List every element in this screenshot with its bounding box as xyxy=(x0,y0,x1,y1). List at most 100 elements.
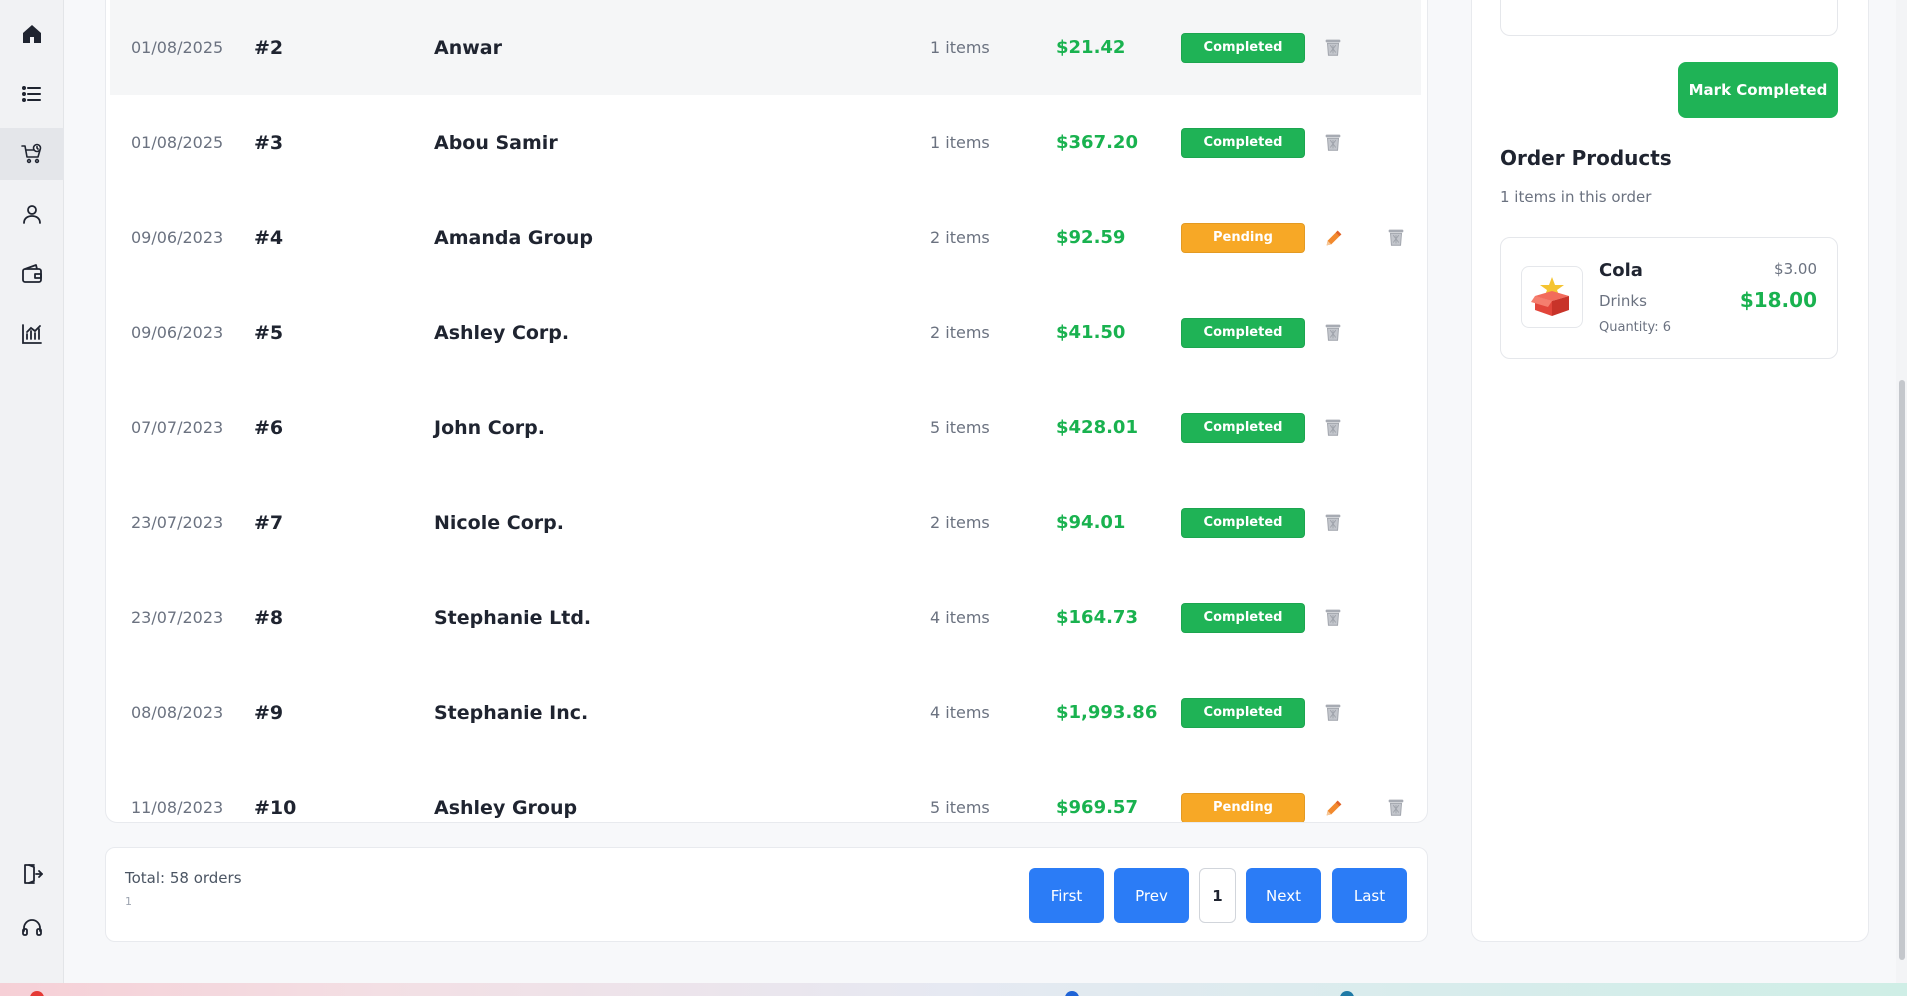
delete-button[interactable] xyxy=(1322,131,1346,155)
table-row[interactable]: 08/08/2023 #9 Stephanie Inc. 4 items $1,993.… xyxy=(110,665,1421,760)
prev-page-button[interactable]: Prev xyxy=(1114,868,1189,923)
trash-icon xyxy=(1325,419,1341,436)
trash-icon xyxy=(1325,324,1341,341)
status-badge[interactable]: Completed xyxy=(1181,602,1305,633)
order-date: 23/07/2023 xyxy=(131,608,224,627)
order-id: #2 xyxy=(254,36,284,59)
status-badge[interactable]: Pending xyxy=(1181,792,1305,822)
order-date: 09/06/2023 xyxy=(131,323,224,342)
delete-button[interactable] xyxy=(1322,701,1346,725)
status-badge[interactable]: Completed xyxy=(1181,317,1305,348)
order-date: 01/08/2025 xyxy=(131,38,224,57)
table-row[interactable]: 01/08/2025 #3 Abou Samir 1 items $367.20 Comp… xyxy=(110,95,1421,190)
table-row[interactable]: 07/07/2023 #6 John Corp. 5 items $428.01 Comp… xyxy=(110,380,1421,475)
order-date: 23/07/2023 xyxy=(131,513,224,532)
delete-button[interactable] xyxy=(1322,36,1346,60)
pencil-icon xyxy=(1326,230,1342,245)
order-total: $21.42 xyxy=(1056,37,1126,58)
trash-icon xyxy=(1325,134,1341,151)
nav-home[interactable] xyxy=(0,8,64,60)
trash-icon xyxy=(1325,39,1341,56)
last-page-button[interactable]: Last xyxy=(1332,868,1407,923)
home-icon xyxy=(23,25,41,43)
order-items-count: 2 items xyxy=(930,513,990,532)
order-items-count: 4 items xyxy=(930,703,990,722)
status-badge[interactable]: Completed xyxy=(1181,412,1305,443)
order-info-box xyxy=(1500,0,1838,36)
order-items-count: 2 items xyxy=(930,228,990,247)
orders-table: 01/08/2025 #2 Anwar 1 items $21.42 Completed 0… xyxy=(105,0,1428,823)
table-row[interactable]: 11/08/2023 #10 Ashley Group 5 items $969.57 P… xyxy=(110,760,1421,822)
order-total: $969.57 xyxy=(1056,797,1138,818)
order-customer: Stephanie Ltd. xyxy=(434,606,592,629)
pencil-icon xyxy=(1326,800,1342,815)
edit-button[interactable] xyxy=(1321,225,1347,251)
status-badge[interactable]: Completed xyxy=(1181,32,1305,63)
first-page-button[interactable]: First xyxy=(1029,868,1104,923)
order-total: $41.50 xyxy=(1056,322,1126,343)
status-badge[interactable]: Completed xyxy=(1181,507,1305,538)
delete-button[interactable] xyxy=(1385,226,1409,250)
order-total: $1,993.86 xyxy=(1056,702,1158,723)
table-row[interactable]: 23/07/2023 #8 Stephanie Ltd. 4 items $164.73… xyxy=(110,570,1421,665)
order-id: #8 xyxy=(254,606,284,629)
table-row[interactable]: 09/06/2023 #5 Ashley Corp. 2 items $41.50 Com… xyxy=(110,285,1421,380)
nav-logout[interactable] xyxy=(0,848,64,900)
os-taskbar xyxy=(0,983,1907,996)
mark-completed-button[interactable]: Mark Completed xyxy=(1678,62,1838,118)
pagination-bar: Total: 58 orders 1 First Prev 1 Next Las… xyxy=(105,847,1428,942)
product-quantity: Quantity: 6 xyxy=(1599,320,1672,335)
status-badge[interactable]: Pending xyxy=(1181,222,1305,253)
order-total: $367.20 xyxy=(1056,132,1138,153)
order-items-count: 4 items xyxy=(930,608,990,627)
nav-orders[interactable] xyxy=(0,128,64,180)
table-row[interactable]: 23/07/2023 #7 Nicole Corp. 2 items $94.01 Com… xyxy=(110,475,1421,570)
nav-list[interactable] xyxy=(0,68,64,120)
nav-reports[interactable] xyxy=(0,308,64,360)
delete-button[interactable] xyxy=(1322,416,1346,440)
order-customer: Ashley Group xyxy=(434,796,578,819)
nav-support[interactable] xyxy=(0,902,64,954)
cart-clock-icon xyxy=(21,143,42,164)
order-id: #9 xyxy=(254,701,284,724)
order-items-count: 5 items xyxy=(930,418,990,437)
order-date: 09/06/2023 xyxy=(131,228,224,247)
order-id: #6 xyxy=(254,416,284,439)
page-indicator: 1 xyxy=(125,895,132,908)
table-row[interactable]: 09/06/2023 #4 Amanda Group 2 items $92.59 Pen… xyxy=(110,190,1421,285)
nav-customers[interactable] xyxy=(0,188,64,240)
next-page-button[interactable]: Next xyxy=(1246,868,1321,923)
delete-button[interactable] xyxy=(1322,321,1346,345)
taskbar-app-icon[interactable] xyxy=(1340,991,1354,996)
delete-button[interactable] xyxy=(1322,606,1346,630)
sidebar xyxy=(0,0,64,983)
trash-icon xyxy=(1388,799,1404,816)
trash-icon xyxy=(1325,704,1341,721)
user-icon xyxy=(23,205,41,224)
headset-icon xyxy=(22,919,42,936)
taskbar-app-icon[interactable] xyxy=(1065,991,1079,996)
orders-total-label: Total: 58 orders xyxy=(125,869,242,887)
status-badge[interactable]: Completed xyxy=(1181,697,1305,728)
order-date: 07/07/2023 xyxy=(131,418,224,437)
current-page[interactable]: 1 xyxy=(1199,868,1236,923)
delete-button[interactable] xyxy=(1385,796,1409,820)
trash-icon xyxy=(1388,229,1404,246)
nav-wallet[interactable] xyxy=(0,248,64,300)
trash-icon xyxy=(1325,609,1341,626)
page-scrollbar-thumb[interactable] xyxy=(1899,380,1905,960)
edit-button[interactable] xyxy=(1321,795,1347,821)
product-unit-price: $3.00 xyxy=(1774,260,1817,278)
order-items-count: 2 items xyxy=(930,323,990,342)
taskbar-app-icon[interactable] xyxy=(30,991,44,996)
order-customer: Nicole Corp. xyxy=(434,511,564,534)
order-items-count: 1 items xyxy=(930,38,990,57)
status-badge[interactable]: Completed xyxy=(1181,127,1305,158)
order-items-count: 5 items xyxy=(930,798,990,817)
order-items-count: 1 items xyxy=(930,133,990,152)
order-customer: Abou Samir xyxy=(434,131,558,154)
order-id: #5 xyxy=(254,321,284,344)
list-icon xyxy=(22,86,41,102)
delete-button[interactable] xyxy=(1322,511,1346,535)
table-row[interactable]: 01/08/2025 #2 Anwar 1 items $21.42 Completed xyxy=(110,0,1421,95)
